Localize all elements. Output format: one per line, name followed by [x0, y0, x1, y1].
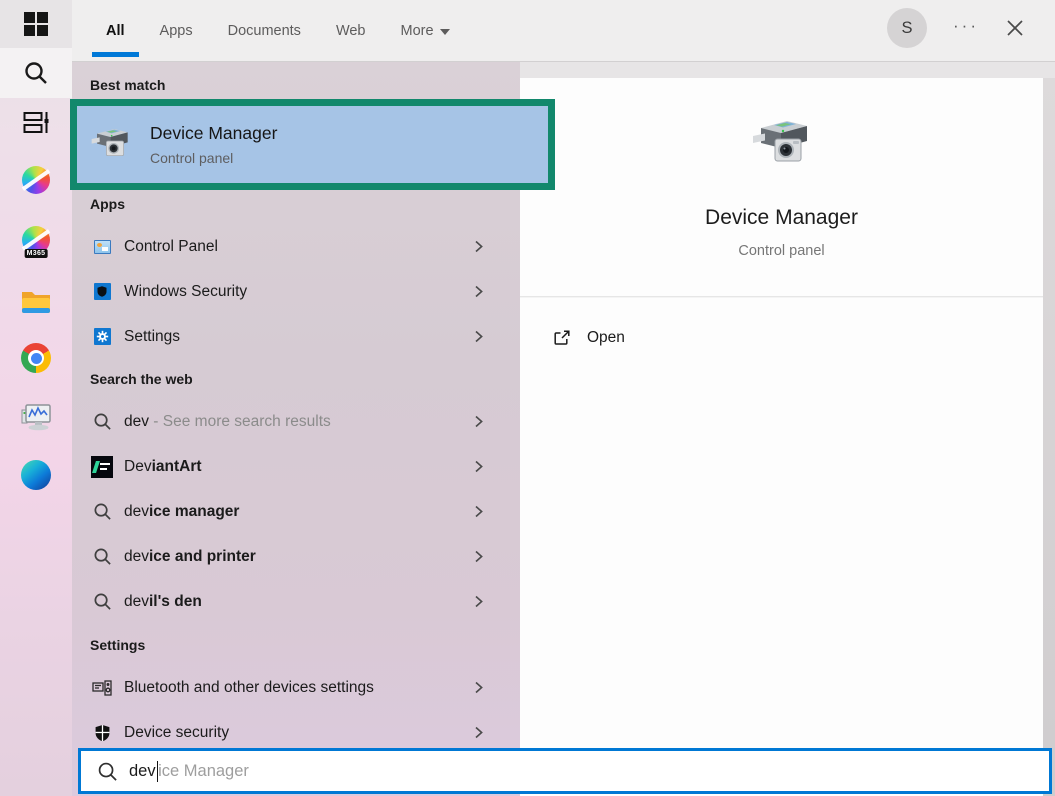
best-match-title: Device Manager [150, 123, 277, 144]
apps-rows: Control Panel Windows Security [72, 224, 520, 359]
chrome-button[interactable] [21, 343, 51, 373]
preview-title: Device Manager [520, 206, 1043, 230]
performance-monitor-button[interactable] [20, 401, 52, 431]
tab-documents[interactable]: Documents [228, 0, 301, 61]
header-controls: S ··· [887, 0, 1025, 56]
results-panel: Best match Device Manager [72, 62, 520, 796]
start-button[interactable] [0, 0, 72, 48]
panel-top-strip [520, 62, 1055, 78]
user-avatar[interactable]: S [887, 8, 927, 48]
device-security-shield-icon [94, 724, 111, 742]
file-explorer-button[interactable] [21, 288, 51, 314]
settings-gear-icon [94, 328, 111, 345]
open-action[interactable]: Open [520, 318, 1043, 358]
result-web-device-and-printer[interactable]: device and printer [72, 534, 520, 579]
tab-all[interactable]: All [106, 0, 125, 61]
performance-monitor-icon [20, 401, 52, 431]
annotation-highlight-box: Device Manager Control panel [70, 99, 555, 190]
preview-panel: Device Manager Control panel Open [520, 78, 1043, 796]
deviantart-icon [91, 456, 113, 478]
search-filter-tabs: All Apps Documents Web More [72, 0, 450, 61]
tab-more[interactable]: More [401, 0, 450, 61]
windows-security-icon [94, 283, 111, 300]
chevron-right-icon[interactable] [471, 725, 486, 740]
web-rows: dev - See more search results DeviantArt [72, 399, 520, 624]
window-edge-strip [1043, 78, 1055, 796]
search-icon [93, 502, 112, 521]
search-header: All Apps Documents Web More S ··· [72, 0, 1055, 62]
tab-web[interactable]: Web [336, 0, 366, 61]
chevron-right-icon[interactable] [471, 594, 486, 609]
device-manager-icon [89, 124, 133, 166]
options-ellipsis-button[interactable]: ··· [953, 17, 979, 40]
chevron-right-icon[interactable] [471, 459, 486, 474]
chevron-right-icon[interactable] [471, 680, 486, 695]
chevron-right-icon[interactable] [471, 239, 486, 254]
chevron-right-icon[interactable] [471, 284, 486, 299]
search-icon [97, 761, 118, 782]
copilot-button[interactable] [22, 166, 50, 194]
search-icon [93, 592, 112, 611]
task-view-icon [23, 109, 50, 136]
result-deviantart[interactable]: DeviantArt [72, 444, 520, 489]
chevron-right-icon[interactable] [471, 504, 486, 519]
open-label: Open [587, 329, 625, 347]
preview-subtitle: Control panel [520, 243, 1043, 259]
search-icon [23, 60, 50, 87]
chevron-right-icon[interactable] [471, 329, 486, 344]
taskbar: M365 [0, 0, 72, 796]
search-icon [93, 412, 112, 431]
search-inline-suggestion: ice Manager [158, 762, 249, 781]
file-explorer-icon [21, 288, 51, 314]
start-search-screen: M365 All [0, 0, 1055, 796]
settings-rows: Bluetooth and other devices settings Dev… [72, 665, 520, 755]
best-match-result[interactable]: Device Manager Control panel [77, 123, 548, 166]
close-button[interactable] [1005, 18, 1025, 38]
taskbar-search-button[interactable] [0, 48, 72, 98]
section-settings: Settings [90, 637, 145, 653]
section-best-match: Best match [90, 77, 165, 93]
edge-icon [21, 460, 51, 490]
chevron-right-icon[interactable] [471, 414, 486, 429]
tab-apps[interactable]: Apps [160, 0, 193, 61]
result-windows-security[interactable]: Windows Security [72, 269, 520, 314]
bluetooth-devices-icon [92, 679, 112, 697]
search-icon [93, 547, 112, 566]
best-match-subtitle: Control panel [150, 150, 277, 166]
open-external-icon [552, 328, 572, 348]
section-apps: Apps [90, 196, 125, 212]
result-bluetooth-settings[interactable]: Bluetooth and other devices settings [72, 665, 520, 710]
preview-divider [520, 296, 1043, 297]
result-web-device-manager[interactable]: device manager [72, 489, 520, 534]
result-web-devils-den[interactable]: devil's den [72, 579, 520, 624]
result-web-dev[interactable]: dev - See more search results [72, 399, 520, 444]
m365-copilot-button[interactable]: M365 [0, 226, 72, 254]
search-input[interactable]: device Manager [78, 748, 1052, 794]
m365-badge: M365 [25, 249, 48, 258]
windows-start-icon [24, 12, 48, 36]
chevron-right-icon[interactable] [471, 549, 486, 564]
close-icon [1005, 18, 1025, 38]
result-control-panel[interactable]: Control Panel [72, 224, 520, 269]
task-view-button[interactable] [23, 109, 50, 136]
section-search-the-web: Search the web [90, 371, 193, 387]
control-panel-icon [94, 240, 111, 254]
result-settings[interactable]: Settings [72, 314, 520, 359]
chrome-icon [21, 343, 51, 373]
edge-button[interactable] [21, 460, 51, 490]
device-manager-icon [749, 114, 815, 181]
copilot-icon [22, 166, 50, 194]
search-typed-text: dev [129, 762, 156, 781]
chevron-down-icon [440, 29, 450, 35]
